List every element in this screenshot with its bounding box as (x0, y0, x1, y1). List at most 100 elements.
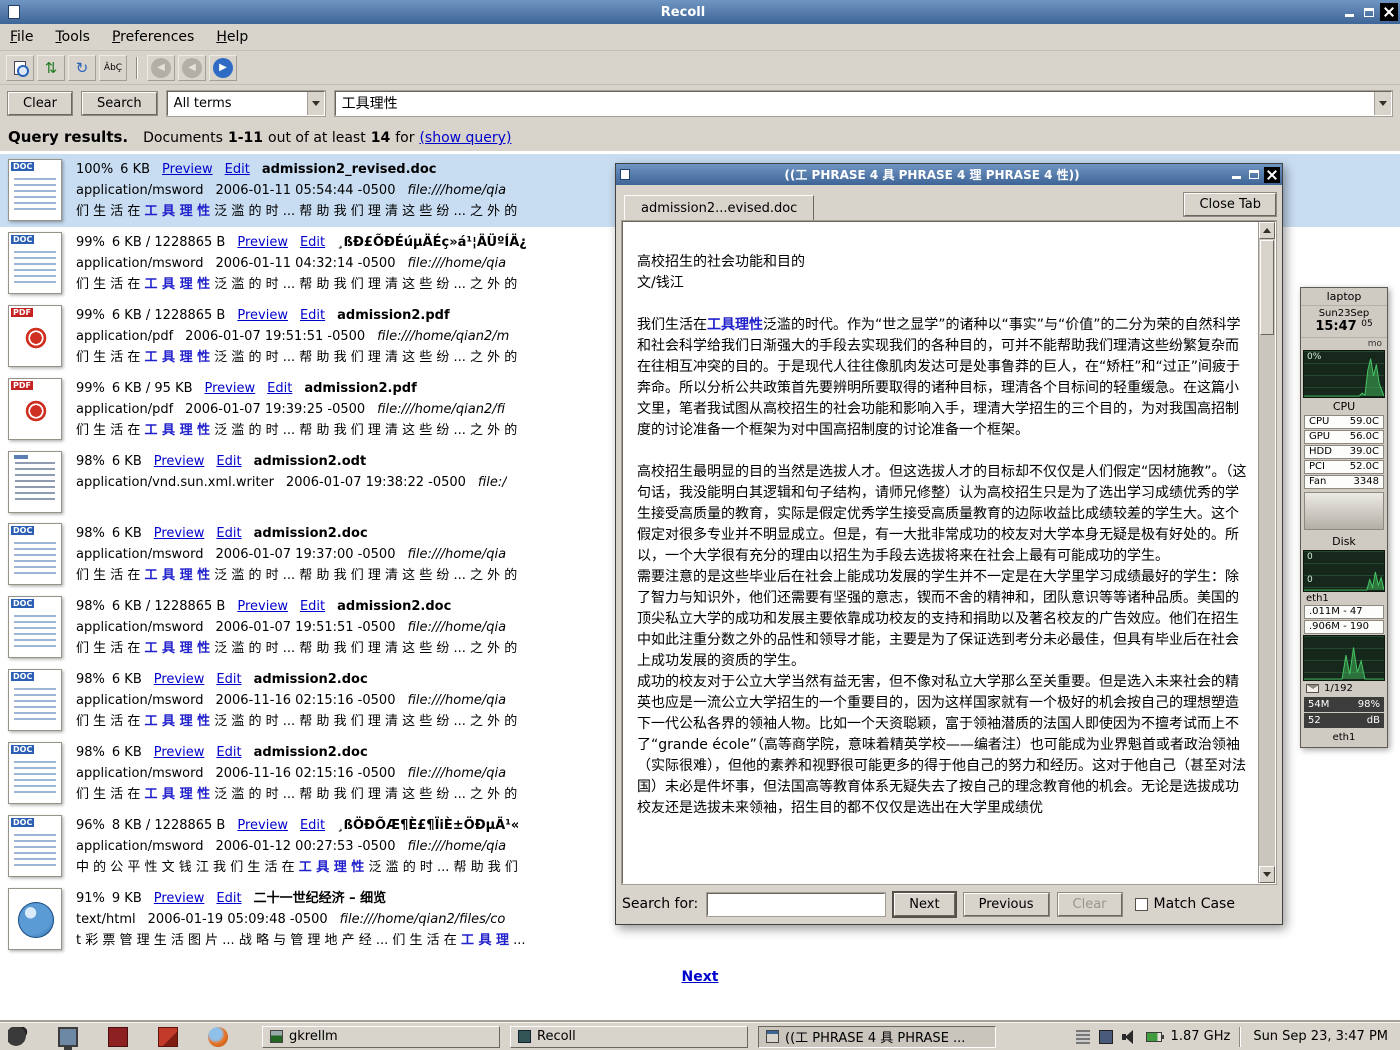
taskbar-clock[interactable]: Sun Sep 23, 3:47 PM (1249, 1029, 1392, 1044)
query-history-dropdown[interactable] (1374, 92, 1391, 115)
preview-link[interactable]: Preview (154, 526, 205, 541)
fan-value: 3348 (1354, 476, 1379, 488)
edit-link[interactable]: Edit (300, 308, 325, 323)
result-snippet: 们 生 活 在 工 具 理 性 泛 滥 的 时 ... 帮 助 我 们 理 清 … (76, 638, 517, 659)
firefox-launcher-icon[interactable] (208, 1027, 228, 1047)
file-icon[interactable] (8, 305, 62, 367)
scrollbar-thumb[interactable] (1260, 240, 1274, 335)
edit-link[interactable]: Edit (300, 599, 325, 614)
preview-link[interactable]: Preview (154, 454, 205, 469)
file-icon[interactable] (8, 523, 62, 585)
disk-mark-bottom: 0 (1307, 575, 1313, 585)
clear-button[interactable]: Clear (8, 92, 72, 115)
close-tab-button[interactable]: Close Tab (1184, 193, 1276, 216)
preview-link[interactable]: Preview (162, 162, 213, 177)
preview-link[interactable]: Preview (237, 599, 288, 614)
terminal-launcher-icon[interactable] (58, 1027, 78, 1047)
maximize-button[interactable] (1360, 3, 1378, 21)
query-fragments-button[interactable] (6, 55, 34, 81)
file-icon[interactable] (8, 669, 62, 731)
edit-link[interactable]: Edit (216, 526, 241, 541)
results-count-mid: out of at least (268, 130, 366, 146)
preview-link[interactable]: Preview (154, 891, 205, 906)
file-icon[interactable] (8, 159, 62, 221)
taskbar-window-preview[interactable]: ((工 PHRASE 4 具 PHRASE ... (758, 1026, 996, 1048)
preview-link[interactable]: Preview (205, 381, 256, 396)
preview-tab[interactable]: admission2...evised.doc (624, 195, 814, 221)
net-value: .906M - 190 (1309, 621, 1369, 633)
app-launcher-icon[interactable] (108, 1027, 128, 1047)
file-icon[interactable] (8, 742, 62, 804)
history-button[interactable]: ↻ (68, 55, 96, 81)
preview-clear-button[interactable]: Clear (1058, 893, 1122, 916)
preview-previous-button[interactable]: Previous (964, 893, 1049, 916)
preview-document[interactable]: 高校招生的社会功能和目的文/钱江我们生活在工具理性泛滥的时代。作为“世之显学”的… (623, 222, 1258, 883)
next-page-link[interactable]: Next (682, 969, 719, 985)
show-query-link[interactable]: (show query) (419, 130, 511, 146)
edit-link[interactable]: Edit (225, 162, 250, 177)
preview-minimize-button[interactable] (1228, 167, 1244, 183)
taskbar-window-recoll[interactable]: Recoll (510, 1026, 748, 1048)
edit-link[interactable]: Edit (216, 672, 241, 687)
result-date: 2006-01-07 19:51:51 -0500 (185, 329, 365, 344)
edit-link[interactable]: Edit (300, 818, 325, 833)
search-input[interactable] (336, 95, 1374, 111)
scrollbar-track[interactable] (1259, 336, 1275, 866)
tray-keyboard-icon[interactable] (1099, 1030, 1113, 1044)
file-icon[interactable] (8, 815, 62, 877)
scroll-down-button[interactable] (1259, 866, 1275, 883)
menu-file[interactable]: File (10, 29, 33, 45)
toolbar: ⇅ ↻ ÂbÇ ◀ ◀ ▶ (0, 51, 1400, 85)
prev-page-button[interactable]: ◀ (178, 55, 206, 81)
preview-titlebar[interactable]: ((工 PHRASE 4 具 PHRASE 4 理 PHRASE 4 性)) (616, 164, 1282, 185)
volume-icon[interactable] (1122, 1030, 1137, 1043)
window-titlebar[interactable]: Recoll (0, 0, 1400, 24)
result-score: 99% (76, 381, 105, 396)
wm-menu-icon[interactable] (8, 1027, 28, 1047)
preview-link[interactable]: Preview (154, 672, 205, 687)
search-mode-value: All terms (174, 96, 232, 111)
file-icon[interactable] (8, 596, 62, 658)
text-fragment: 泛滥的时代。作为“世之显学”的诸种以“事实”与“价值”的二分为荣的自然科学和社会… (637, 317, 1241, 438)
edit-link[interactable]: Edit (267, 381, 292, 396)
minimize-button[interactable] (1340, 3, 1358, 21)
preview-link[interactable]: Preview (237, 235, 288, 250)
preview-scrollbar[interactable] (1258, 222, 1275, 883)
file-icon[interactable] (8, 232, 62, 294)
preview-link[interactable]: Preview (154, 745, 205, 760)
taskbar-window-gkrellm[interactable]: gkrellm (262, 1026, 500, 1048)
scroll-up-button[interactable] (1259, 222, 1275, 239)
preview-close-button[interactable] (1264, 167, 1280, 183)
search-mode-select[interactable]: All terms (167, 91, 325, 116)
preview-link[interactable]: Preview (237, 308, 288, 323)
net-row: .011M - 47 (1304, 605, 1384, 619)
tools-launcher-icon[interactable] (158, 1027, 178, 1047)
file-icon[interactable] (8, 451, 62, 513)
tray-grid-icon[interactable] (1076, 1030, 1090, 1044)
preview-search-input[interactable] (707, 893, 885, 916)
temp-row: HDD39.0C (1304, 445, 1384, 459)
menu-help[interactable]: Help (216, 29, 248, 45)
first-page-button[interactable]: ◀ (147, 55, 175, 81)
term-explorer-button[interactable]: ÂbÇ (99, 55, 127, 81)
close-button[interactable] (1380, 3, 1398, 21)
edit-link[interactable]: Edit (300, 235, 325, 250)
preview-maximize-button[interactable] (1246, 167, 1262, 183)
match-case-checkbox[interactable]: Match Case (1135, 896, 1235, 912)
edit-link[interactable]: Edit (216, 891, 241, 906)
next-page-button[interactable]: ▶ (209, 55, 237, 81)
file-icon[interactable] (8, 888, 62, 950)
preview-link[interactable]: Preview (237, 818, 288, 833)
menu-tools[interactable]: Tools (55, 29, 90, 45)
menu-preferences[interactable]: Preferences (112, 29, 194, 45)
search-mode-dropdown[interactable] (307, 92, 324, 115)
result-line1: 98%6 KB / 1228865 BPreviewEditadmission2… (76, 596, 517, 617)
edit-link[interactable]: Edit (216, 745, 241, 760)
sort-button[interactable]: ⇅ (37, 55, 65, 81)
file-icon[interactable] (8, 378, 62, 440)
battery-icon[interactable] (1146, 1032, 1162, 1042)
edit-link[interactable]: Edit (216, 454, 241, 469)
result-line1: 98%6 KBPreviewEditadmission2.doc (76, 742, 517, 763)
search-button[interactable]: Search (82, 92, 157, 115)
preview-next-button[interactable]: Next (894, 893, 954, 916)
